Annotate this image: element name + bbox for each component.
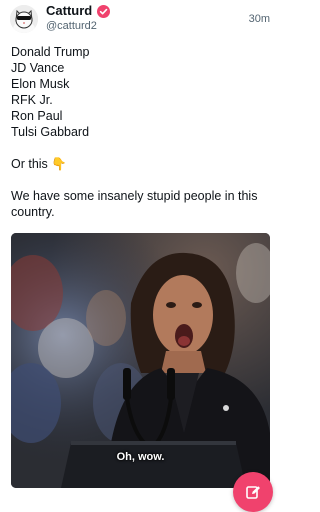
verified-badge-icon xyxy=(97,4,111,18)
author-row: Catturd xyxy=(46,4,111,18)
compose-pencil-icon xyxy=(246,486,260,499)
author-handle[interactable]: @catturd2 xyxy=(46,20,97,33)
post-time: 30m xyxy=(248,13,270,25)
avatar[interactable] xyxy=(10,5,38,33)
video-caption: Oh, wow. xyxy=(116,451,165,463)
post-card: Catturd @catturd2 30m Donald Trump JD Va… xyxy=(0,0,282,512)
post-video[interactable]: Oh, wow. xyxy=(11,233,270,488)
video-frame-image xyxy=(11,233,270,488)
post-text: Donald Trump JD Vance Elon Musk RFK Jr. … xyxy=(11,45,258,219)
cat-avatar-icon xyxy=(10,5,38,33)
author-name[interactable]: Catturd xyxy=(46,4,92,18)
compose-button[interactable] xyxy=(233,472,273,512)
